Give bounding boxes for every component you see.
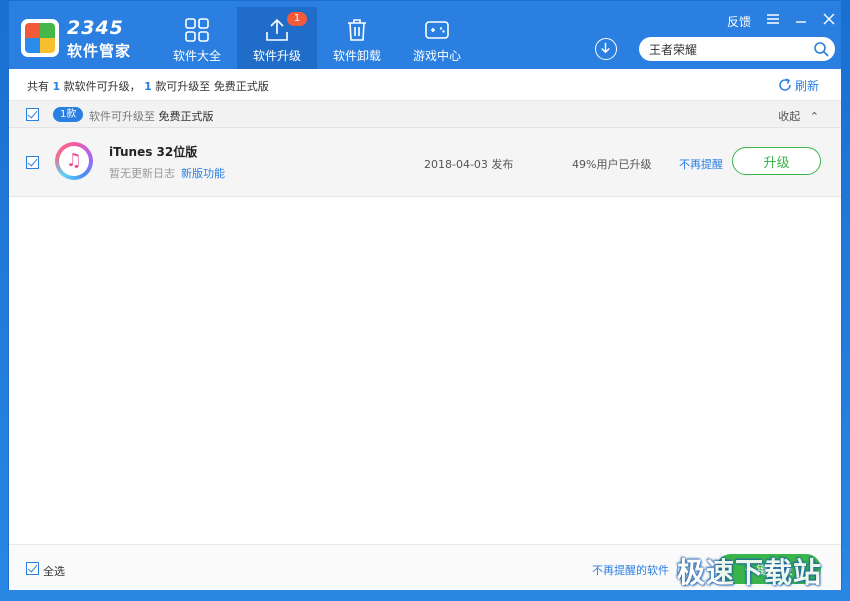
logo-icon [21, 19, 59, 57]
grid-icon [185, 18, 209, 42]
release-date: 2018-04-03 发布 [424, 158, 514, 171]
group-count-badge: 1款 [53, 107, 84, 122]
tab-software-upgrade[interactable]: 1 软件升级 [237, 7, 317, 69]
brand-name: 软件管家 [67, 42, 132, 60]
minimize-icon[interactable] [793, 11, 809, 27]
changelog-status: 暂无更新日志 [109, 167, 175, 180]
close-icon[interactable] [821, 11, 837, 27]
summary-text: 共有 1 款软件可升级， 1 款可升级至 免费正式版 [27, 80, 269, 93]
ignored-software-link[interactable]: 不再提醒的软件（ [592, 562, 680, 578]
refresh-button[interactable]: 刷新 [778, 77, 819, 94]
select-all-checkbox[interactable] [26, 562, 39, 575]
tab-label: 游戏中心 [412, 49, 461, 63]
upgrade-button[interactable]: 升级 [732, 147, 821, 175]
app-name: iTunes 32位版 [109, 145, 198, 159]
search-input[interactable] [649, 40, 809, 58]
menu-icon[interactable] [765, 11, 781, 27]
select-all-label[interactable]: 全选 [43, 563, 65, 579]
feedback-link[interactable]: 反馈 [727, 13, 751, 30]
collapse-button[interactable]: 收起 ⌃ [778, 108, 819, 124]
tab-label: 软件升级 [252, 49, 301, 63]
brand-number: 2345 [67, 17, 124, 39]
itunes-icon: ♫ [55, 142, 93, 180]
tab-software-all[interactable]: 软件大全 [157, 7, 237, 69]
tab-label: 软件大全 [172, 49, 221, 63]
refresh-icon [779, 78, 791, 91]
gamepad-icon [425, 21, 449, 39]
update-count-badge: 1 [287, 12, 307, 26]
download-manager-icon[interactable] [595, 38, 617, 60]
refresh-label: 刷新 [794, 79, 819, 93]
site-watermark: 极速下载站 [677, 556, 823, 589]
search-icon[interactable] [813, 41, 829, 57]
title-bar: 2345 软件管家 软件大全 1 软件升级 软件卸载 游戏中心 反馈 王者荣耀 [9, 1, 841, 69]
software-row-itunes: ♫ iTunes 32位版 暂无更新日志 新版功能 2018-04-03 发布 … [9, 128, 841, 197]
upgrade-percentage: 49%用户已升级 [572, 158, 652, 171]
search-box [639, 37, 835, 61]
trash-icon [348, 19, 366, 41]
new-features-link[interactable]: 新版功能 [181, 165, 225, 181]
chevron-up-icon: ⌃ [809, 110, 819, 123]
app-window: 2345 软件管家 软件大全 1 软件升级 软件卸载 游戏中心 反馈 王者荣耀 … [8, 0, 842, 590]
upgrade-summary-bar: 共有 1 款软件可升级， 1 款可升级至 免费正式版 刷新 [9, 69, 841, 101]
row-checkbox[interactable] [26, 156, 39, 169]
tab-game-center[interactable]: 游戏中心 [397, 7, 477, 69]
group-checkbox[interactable] [26, 108, 39, 121]
tab-label: 软件卸载 [332, 49, 381, 63]
tab-software-uninstall[interactable]: 软件卸载 [317, 7, 397, 69]
upload-icon [266, 18, 288, 41]
upgrade-group-header: 1款 软件可升级至 免费正式版 收起 ⌃ [9, 101, 841, 128]
no-remind-link[interactable]: 不再提醒 [679, 156, 723, 172]
group-description: 软件可升级至 免费正式版 [89, 110, 214, 123]
